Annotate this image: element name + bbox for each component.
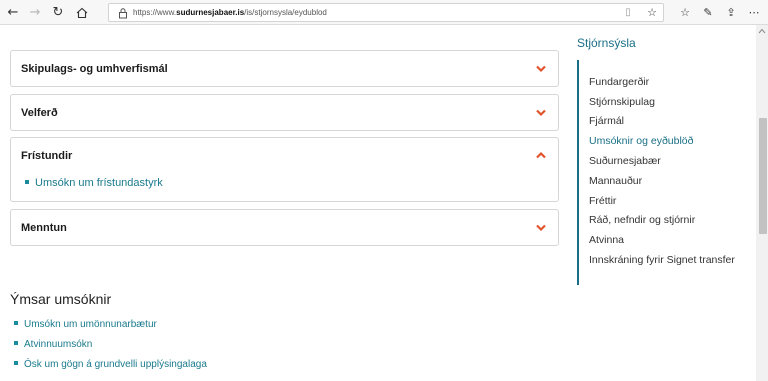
sidebar-item-mannaudur[interactable]: Mannauður (589, 175, 642, 188)
sidebar-item-signet[interactable]: Innskráning fyrir Signet transfer (589, 254, 735, 267)
chevron-down-icon[interactable] (535, 223, 547, 232)
reader-view-icon[interactable]: ▯ (622, 7, 634, 19)
pen-icon[interactable]: ✎ (699, 4, 717, 21)
sidebar-item-umsoknir[interactable]: Umsóknir og eyðublöð (589, 135, 693, 148)
list-item[interactable]: Umsókn um umönnunarbætur (14, 318, 157, 331)
sidebar-item-fjarmal[interactable]: Fjármál (589, 115, 624, 128)
accordion-fristundir: Frístundir Umsókn um frístundastyrk (10, 137, 559, 202)
lock-icon (119, 8, 127, 19)
chevron-down-icon[interactable] (535, 108, 547, 117)
list-item[interactable]: Ósk um gögn á grundvelli upplýsingalaga (14, 358, 207, 371)
star-icon[interactable]: ☆ (645, 6, 659, 20)
accordion-velferd: Velferð (10, 94, 559, 131)
sidebar-item-stjornskipulag[interactable]: Stjórnskipulag (589, 96, 655, 109)
sidebar-item-atvinna[interactable]: Atvinna (589, 234, 624, 247)
section-title: Ýmsar umsóknir (10, 291, 112, 307)
favorites-icon[interactable]: ☆ (676, 4, 694, 21)
link-fristundastyrkur[interactable]: Umsókn um frístundastyrk (25, 176, 163, 190)
accordion-header[interactable]: Skipulags- og umhverfismál (11, 51, 558, 87)
refresh-icon[interactable]: ↻ (48, 3, 68, 22)
address-bar[interactable]: https://www.sudurnesjabaer.is/is/stjorns… (108, 3, 664, 22)
accordion-title: Velferð (21, 107, 58, 119)
forward-arrow-icon[interactable]: → (25, 3, 45, 22)
back-arrow-icon[interactable]: ← (3, 3, 23, 22)
accordion-title: Skipulags- og umhverfismál (21, 63, 168, 75)
home-icon[interactable] (72, 3, 92, 22)
list-item[interactable]: Atvinnuumsókn (14, 338, 92, 351)
accordion-skipulag: Skipulags- og umhverfismál (10, 50, 559, 87)
scrollbar-thumb[interactable] (759, 118, 767, 234)
accordion-header[interactable]: Frístundir (11, 138, 558, 174)
accordion-title: Frístundir (21, 150, 73, 162)
bullet-icon (25, 180, 29, 184)
url-text: https://www.sudurnesjabaer.is/is/stjorns… (133, 8, 327, 17)
accordion-header[interactable]: Menntun (11, 210, 558, 246)
chevron-down-icon[interactable] (535, 64, 547, 73)
accordion-menntun: Menntun (10, 209, 559, 246)
share-icon[interactable]: ⇪ (722, 4, 740, 21)
bullet-icon (14, 341, 18, 345)
sidebar-item-fundargerdir[interactable]: Fundargerðir (589, 76, 649, 89)
more-icon[interactable]: ⋯ (745, 4, 763, 21)
browser-toolbar: ← → ↻ https://www.sudurnesjabaer.is/is/s… (0, 0, 768, 25)
sidebar-item-sudurnesjabaer[interactable]: Suðurnesjabær (589, 155, 661, 168)
scroll-up-icon[interactable] (758, 28, 766, 34)
sidebar-divider (577, 60, 579, 285)
sidebar-item-rad-nefndir[interactable]: Ráð, nefndir og stjórnir (589, 214, 695, 227)
accordion-title: Menntun (21, 222, 67, 234)
accordion-header[interactable]: Velferð (11, 95, 558, 131)
bullet-icon (14, 321, 18, 325)
chevron-up-icon[interactable] (535, 151, 547, 160)
sidebar-heading[interactable]: Stjórnsýsla (577, 36, 636, 51)
bullet-icon (14, 361, 18, 365)
sidebar-item-frettir[interactable]: Fréttir (589, 195, 616, 208)
